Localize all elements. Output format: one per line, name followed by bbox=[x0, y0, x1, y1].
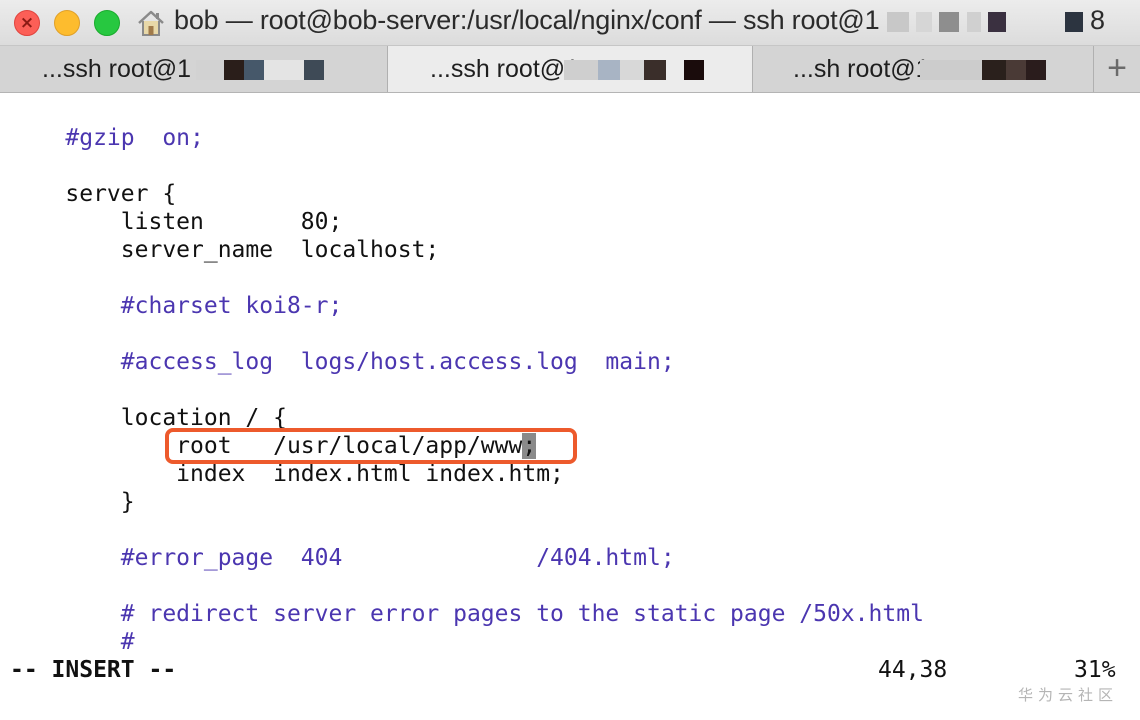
close-window-button[interactable]: × bbox=[14, 10, 40, 36]
window-title: bob — root@bob-server:/usr/local/nginx/c… bbox=[174, 5, 1105, 36]
redacted-region bbox=[939, 11, 960, 32]
redacted-region bbox=[916, 11, 933, 32]
code-line-text: # bbox=[10, 629, 135, 655]
code-line: #access_log logs/host.access.log main; bbox=[10, 348, 675, 376]
code-line-text: server_name localhost; bbox=[10, 237, 440, 263]
title-bar[interactable]: × bob — root@bob-server:/usr/local/nginx… bbox=[0, 0, 1140, 46]
house-icon bbox=[138, 10, 164, 36]
code-line: index index.html index.htm; bbox=[10, 460, 564, 488]
code-line: listen 80; bbox=[10, 208, 343, 236]
redacted-region bbox=[224, 60, 244, 80]
code-line-text: #gzip on; bbox=[10, 125, 204, 151]
tab-label: ...ssh root@1 bbox=[42, 55, 192, 83]
code-line-text: index index.html index.htm; bbox=[10, 461, 564, 487]
redacted-region bbox=[196, 60, 224, 80]
window-title-tail: 8 bbox=[1089, 5, 1105, 35]
code-line-text: } bbox=[10, 489, 135, 515]
redacted-region bbox=[244, 60, 264, 80]
scroll-percentage: 31% bbox=[1074, 657, 1116, 683]
redacted-region bbox=[966, 11, 981, 32]
code-line: # bbox=[10, 628, 135, 656]
code-line-text: #error_page 404 /404.html; bbox=[10, 545, 675, 571]
code-line: #gzip on; bbox=[10, 124, 204, 152]
redacted-region bbox=[920, 60, 982, 80]
code-line: #charset koi8-r; bbox=[10, 292, 343, 320]
close-icon: × bbox=[19, 13, 35, 33]
new-tab-button[interactable]: + bbox=[1094, 46, 1140, 92]
terminal-window: × bob — root@bob-server:/usr/local/nginx… bbox=[0, 0, 1140, 720]
redacted-region bbox=[1013, 12, 1057, 32]
tab-ssh-3[interactable]: ...sh root@1 bbox=[753, 46, 1094, 92]
watermark-text: 华为云社区 bbox=[1018, 686, 1119, 704]
code-line-text: server { bbox=[10, 181, 177, 207]
code-line: # redirect server error pages to the sta… bbox=[10, 600, 924, 628]
tab-label: ...ssh root@1 bbox=[430, 55, 580, 83]
code-line-text: listen 80; bbox=[10, 209, 343, 235]
code-line: } bbox=[10, 488, 135, 516]
redacted-region bbox=[1006, 60, 1026, 80]
redacted-region bbox=[304, 60, 324, 80]
tab-label: ...sh root@1 bbox=[793, 55, 930, 83]
redacted-region bbox=[1026, 60, 1046, 80]
terminal-content[interactable]: #gzip on; server { listen 80; server_nam… bbox=[0, 93, 1140, 720]
minimize-window-button[interactable] bbox=[54, 10, 80, 36]
redacted-region bbox=[886, 11, 909, 32]
maximize-window-button[interactable] bbox=[94, 10, 120, 36]
tab-bar: ...ssh root@1 ...ssh root@1 ...sh root@1… bbox=[0, 46, 1140, 93]
code-line: server { bbox=[10, 180, 176, 208]
redacted-region bbox=[644, 60, 666, 80]
code-line: #error_page 404 /404.html; bbox=[10, 544, 675, 572]
vim-mode-indicator: -- INSERT -- bbox=[10, 657, 177, 683]
code-line-text: #charset koi8-r; bbox=[10, 293, 343, 319]
tab-ssh-1[interactable]: ...ssh root@1 bbox=[0, 46, 388, 92]
window-title-text: bob — root@bob-server:/usr/local/nginx/c… bbox=[174, 5, 880, 35]
redacted-region bbox=[264, 60, 304, 80]
redacted-region bbox=[564, 60, 598, 80]
cursor-position: 44,38 bbox=[878, 657, 948, 683]
code-line-text: # redirect server error pages to the sta… bbox=[10, 601, 924, 627]
redacted-region bbox=[684, 60, 704, 80]
highlight-annotation bbox=[165, 428, 577, 464]
redacted-region bbox=[1064, 11, 1083, 32]
code-line-text: #access_log logs/host.access.log main; bbox=[10, 349, 675, 375]
tab-ssh-2[interactable]: ...ssh root@1 bbox=[388, 46, 753, 92]
redacted-region bbox=[598, 60, 620, 80]
redacted-region bbox=[620, 60, 644, 80]
redacted-region bbox=[982, 60, 1006, 80]
code-line: server_name localhost; bbox=[10, 236, 440, 264]
redacted-region bbox=[988, 11, 1006, 32]
